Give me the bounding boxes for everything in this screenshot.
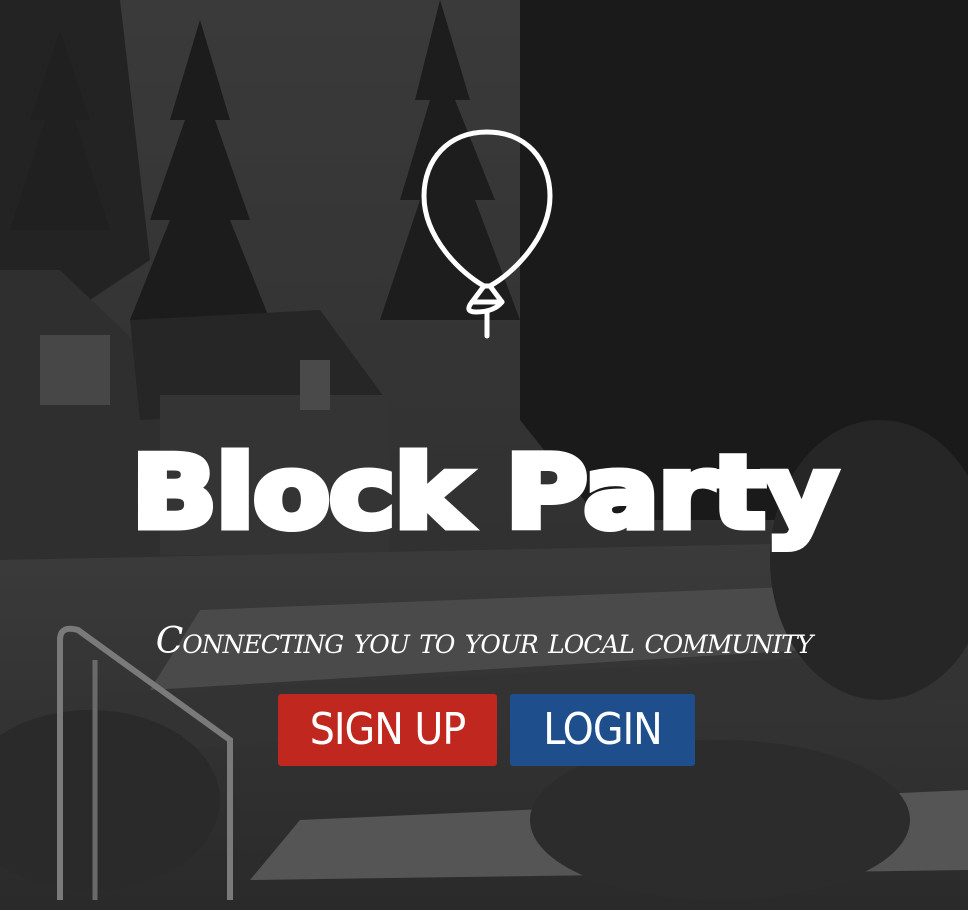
- signup-button[interactable]: SIGN UP: [278, 694, 497, 766]
- app-title: Block Party: [128, 431, 842, 555]
- landing-page: Block Party Connecting you to your local…: [0, 0, 968, 910]
- hero: Block Party Connecting you to your local…: [0, 0, 968, 910]
- login-button[interactable]: LOGIN: [510, 694, 695, 766]
- balloon-icon: [421, 129, 553, 339]
- tagline: Connecting you to your local community: [155, 621, 814, 662]
